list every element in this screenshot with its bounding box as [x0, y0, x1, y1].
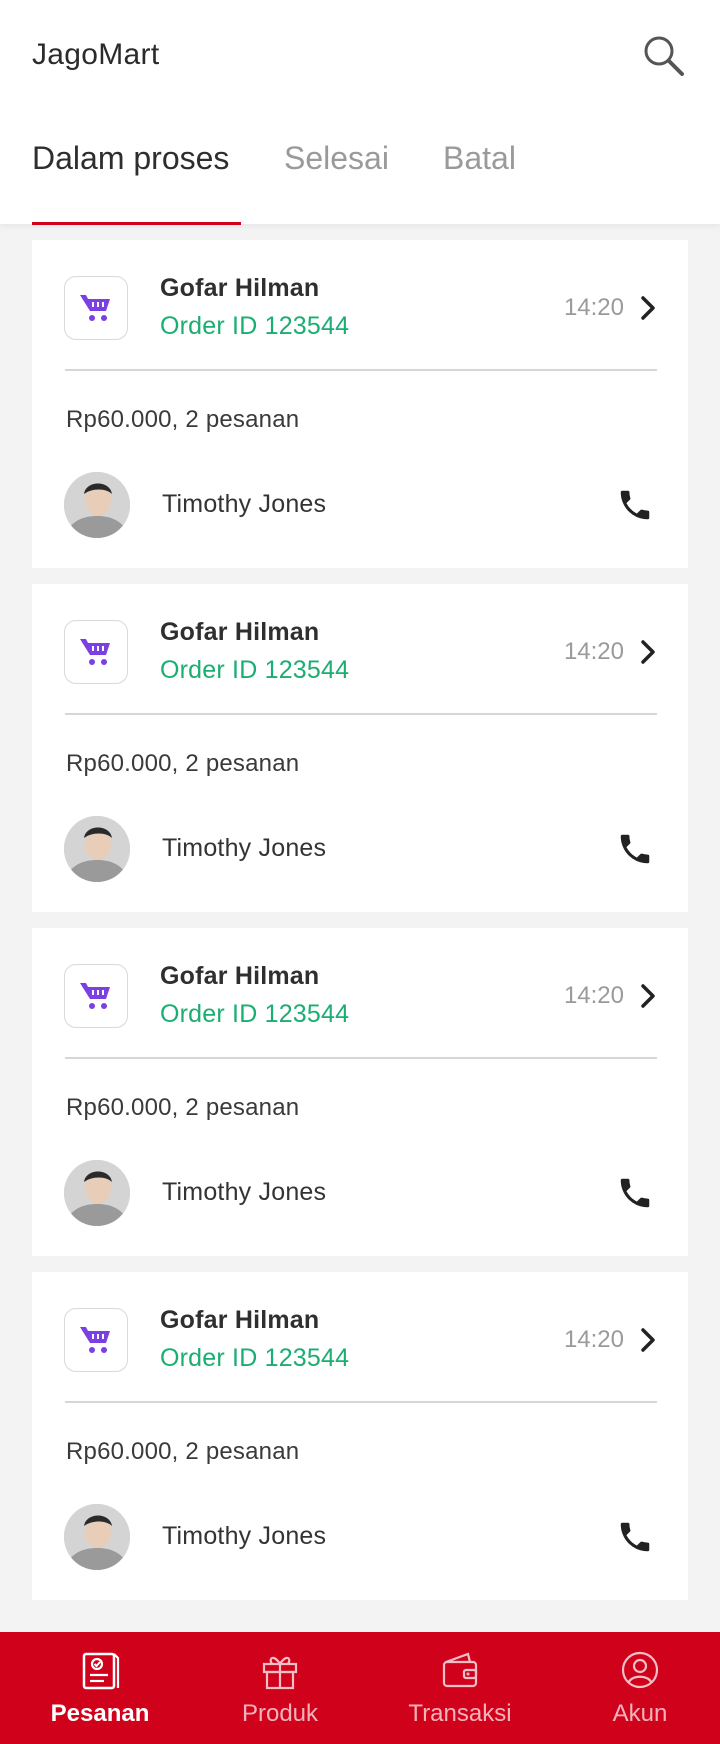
- orders-icon: [82, 1652, 120, 1690]
- order-summary: Rp60.000, 2 pesanan: [66, 406, 300, 433]
- active-tab-indicator: [32, 222, 241, 225]
- chevron-right-icon[interactable]: [636, 980, 660, 1012]
- order-card[interactable]: Gofar Hilman Order ID 123544 14:20 Rp60.…: [32, 584, 688, 912]
- nav-item-akun[interactable]: Akun: [590, 1632, 690, 1744]
- store-name: Gofar Hilman: [160, 274, 320, 302]
- order-id: Order ID 123544: [160, 312, 350, 340]
- phone-icon[interactable]: [616, 830, 654, 868]
- store-name: Gofar Hilman: [160, 1306, 320, 1334]
- shopping-cart-icon: [80, 639, 110, 665]
- courier-avatar: [64, 472, 130, 538]
- order-summary: Rp60.000, 2 pesanan: [66, 1094, 300, 1121]
- courier-avatar: [64, 1504, 130, 1570]
- phone-icon[interactable]: [616, 486, 654, 524]
- order-id: Order ID 123544: [160, 1000, 350, 1028]
- nav-label-produk: Produk: [241, 1700, 319, 1727]
- phone-icon[interactable]: [616, 1518, 654, 1556]
- store-icon-box: [64, 620, 128, 684]
- tab-batal[interactable]: Batal: [443, 140, 516, 177]
- card-divider: [65, 369, 657, 371]
- card-divider: [65, 1401, 657, 1403]
- order-time: 14:20: [563, 1326, 624, 1353]
- courier-name: Timothy Jones: [162, 834, 327, 862]
- app-header: JagoMart Dalam proses Selesai Batal: [0, 0, 720, 225]
- order-time: 14:20: [563, 982, 624, 1009]
- order-card[interactable]: Gofar Hilman Order ID 123544 14:20 Rp60.…: [32, 928, 688, 1256]
- order-card[interactable]: Gofar Hilman Order ID 123544 14:20 Rp60.…: [32, 1272, 688, 1600]
- nav-label-pesanan: Pesanan: [50, 1700, 150, 1727]
- order-time: 14:20: [563, 638, 624, 665]
- store-name: Gofar Hilman: [160, 962, 320, 990]
- store-name: Gofar Hilman: [160, 618, 320, 646]
- store-icon-box: [64, 964, 128, 1028]
- nav-label-transaksi: Transaksi: [408, 1700, 512, 1727]
- tab-dalam-proses[interactable]: Dalam proses: [32, 140, 229, 177]
- store-icon-box: [64, 1308, 128, 1372]
- nav-item-produk[interactable]: Produk: [220, 1632, 340, 1744]
- chevron-right-icon[interactable]: [636, 636, 660, 668]
- app-title: JagoMart: [32, 38, 160, 71]
- courier-name: Timothy Jones: [162, 490, 327, 518]
- shopping-cart-icon: [80, 983, 110, 1009]
- nav-label-akun: Akun: [612, 1700, 668, 1727]
- order-summary: Rp60.000, 2 pesanan: [66, 1438, 300, 1465]
- nav-item-transaksi[interactable]: Transaksi: [395, 1632, 525, 1744]
- chevron-right-icon[interactable]: [636, 1324, 660, 1356]
- tab-selesai[interactable]: Selesai: [284, 140, 389, 177]
- search-icon[interactable]: [640, 32, 688, 80]
- wallet-icon: [442, 1652, 478, 1688]
- nav-item-pesanan[interactable]: Pesanan: [40, 1632, 160, 1744]
- order-summary: Rp60.000, 2 pesanan: [66, 750, 300, 777]
- order-id: Order ID 123544: [160, 656, 350, 684]
- shopping-cart-icon: [80, 295, 110, 321]
- bottom-nav: Pesanan Produk Transaksi Akun: [0, 1632, 720, 1744]
- courier-name: Timothy Jones: [162, 1522, 327, 1550]
- shopping-cart-icon: [80, 1327, 110, 1353]
- order-card[interactable]: Gofar Hilman Order ID 123544 14:20 Rp60.…: [32, 240, 688, 568]
- card-divider: [65, 1057, 657, 1059]
- account-icon: [621, 1651, 659, 1689]
- phone-icon[interactable]: [616, 1174, 654, 1212]
- store-icon-box: [64, 276, 128, 340]
- chevron-right-icon[interactable]: [636, 292, 660, 324]
- order-status-tabs: Dalam proses Selesai Batal: [0, 140, 720, 225]
- courier-avatar: [64, 816, 130, 882]
- gift-icon: [262, 1656, 298, 1690]
- order-id: Order ID 123544: [160, 1344, 350, 1372]
- courier-avatar: [64, 1160, 130, 1226]
- order-time: 14:20: [563, 294, 624, 321]
- card-divider: [65, 713, 657, 715]
- courier-name: Timothy Jones: [162, 1178, 327, 1206]
